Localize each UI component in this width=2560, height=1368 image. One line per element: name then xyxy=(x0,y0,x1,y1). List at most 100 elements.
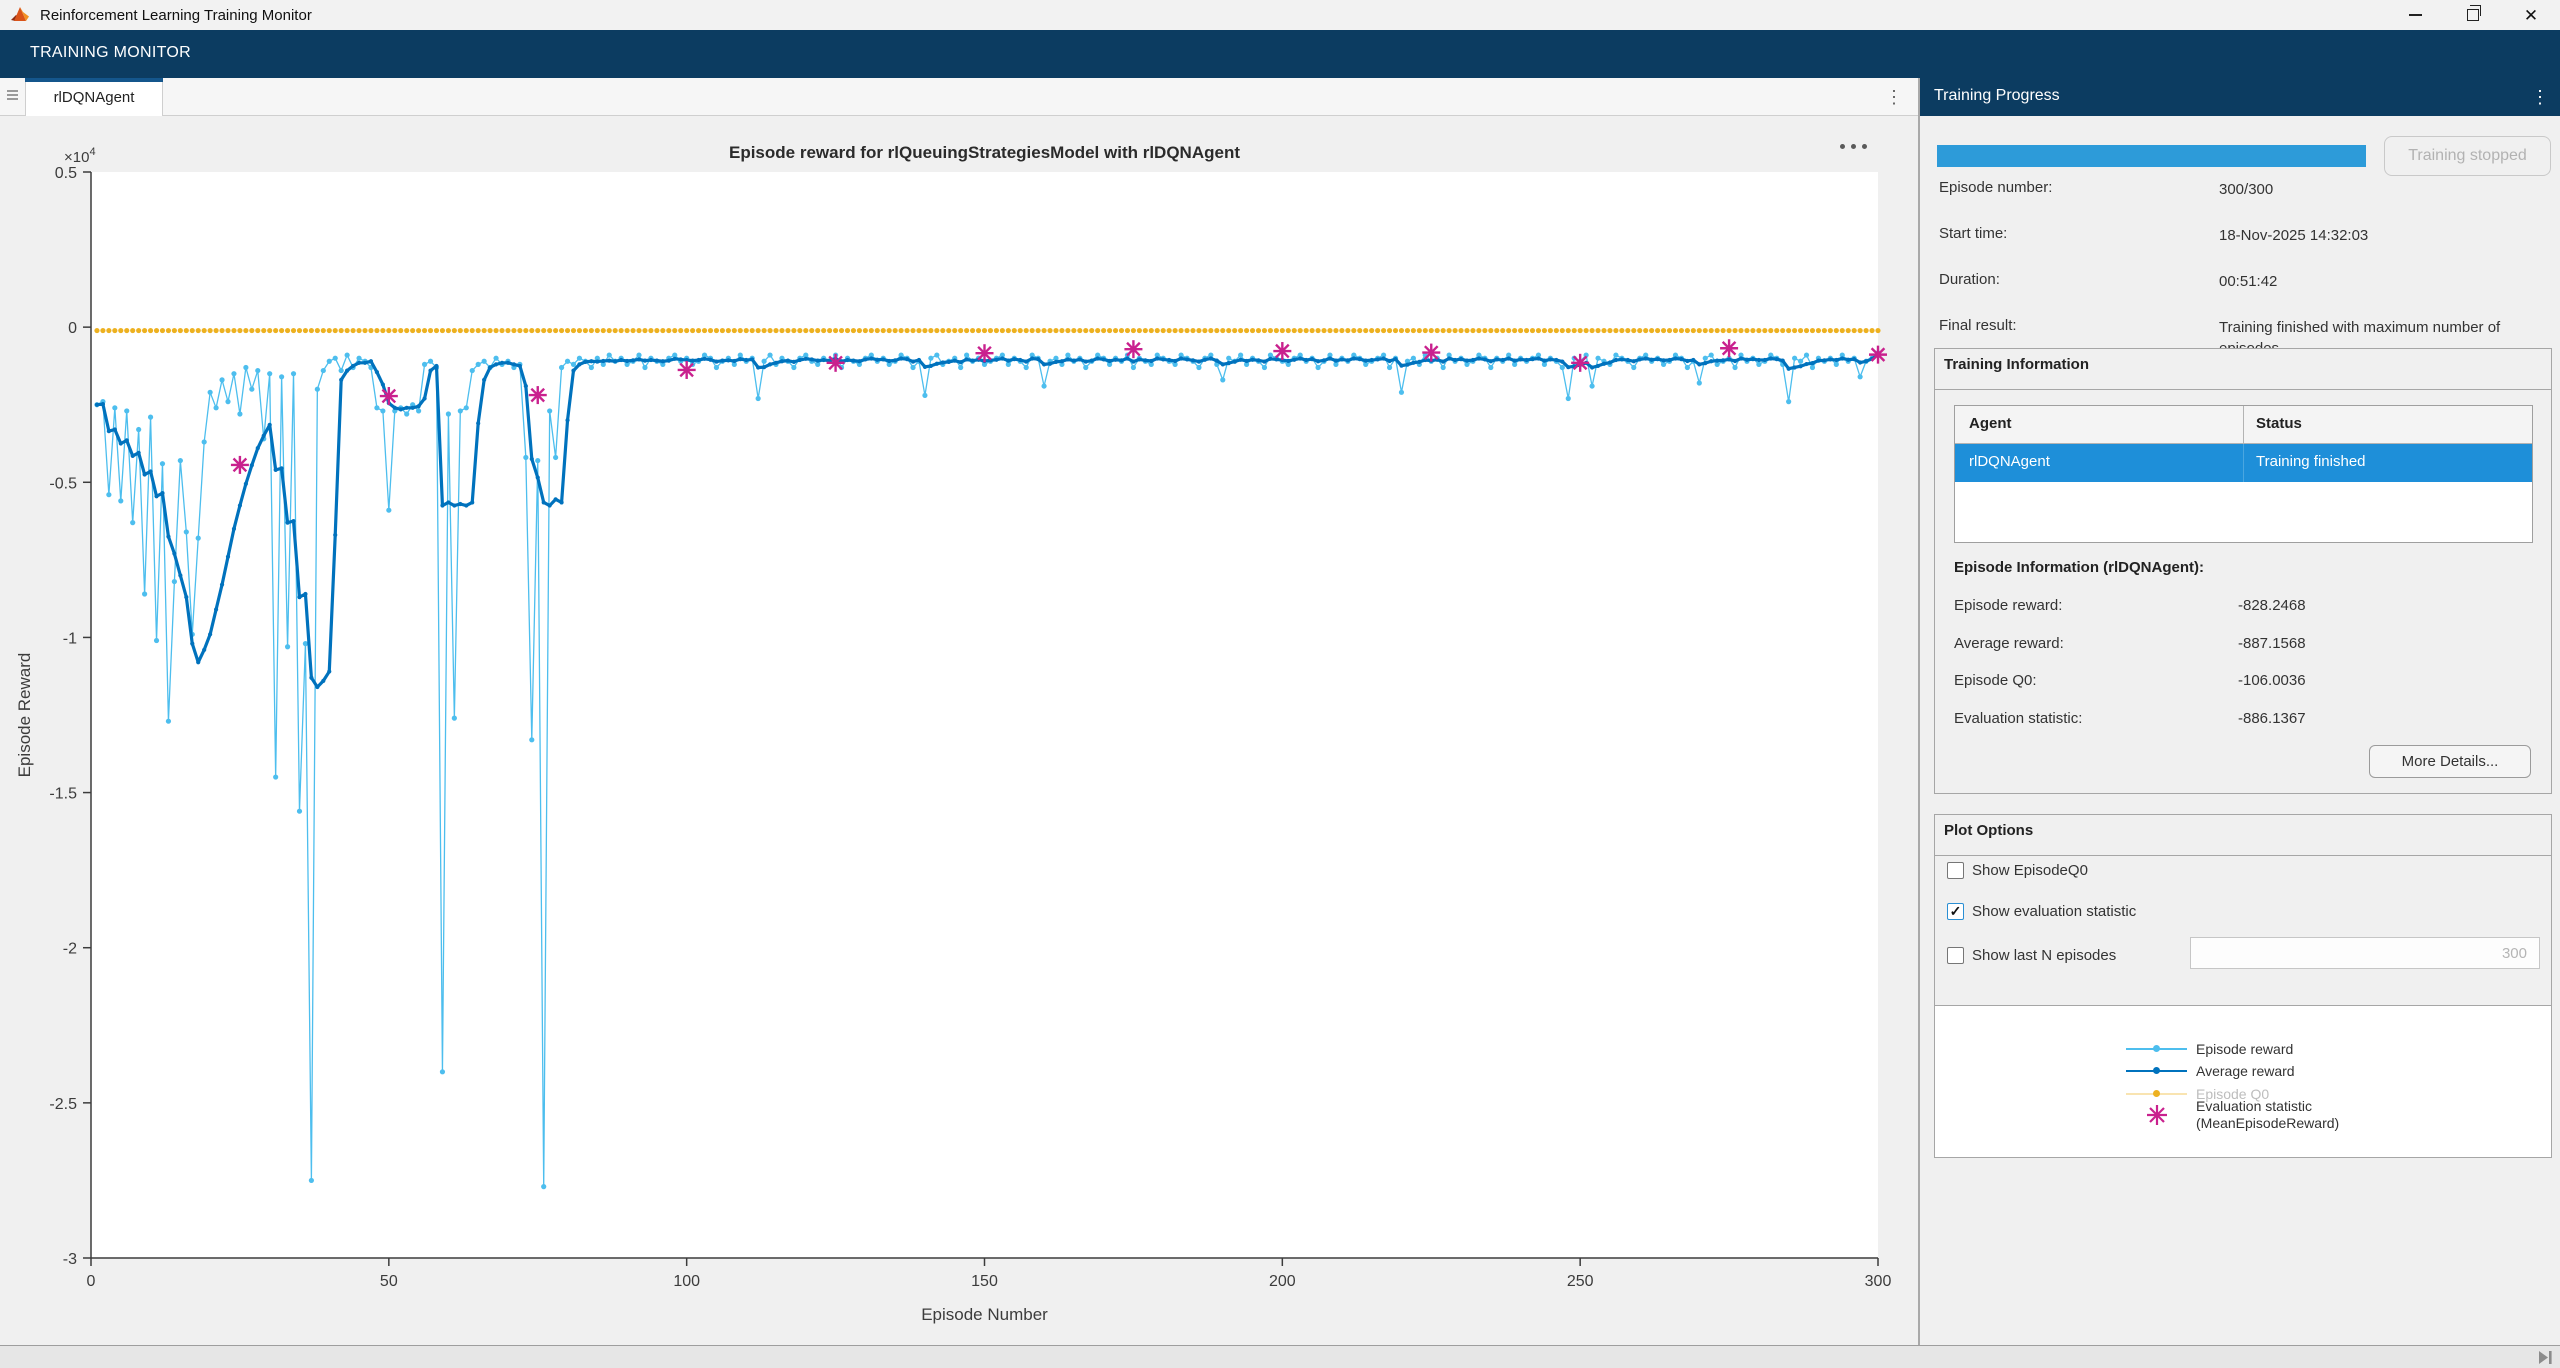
show-episodeq0-option: Show EpisodeQ0 xyxy=(1947,859,2088,881)
svg-text:-1: -1 xyxy=(63,630,77,647)
episode-information-title: Episode Information (rlDQNAgent): xyxy=(1954,559,2204,576)
status-bar xyxy=(0,1345,2560,1368)
start-time-value: 18-Nov-2025 14:32:03 xyxy=(2219,225,2553,246)
agent-table-header: Agent Status xyxy=(1955,406,2532,444)
show-evaluation-statistic-checkbox[interactable]: ✓ xyxy=(1947,903,1964,920)
chart-options-menu-icon[interactable] xyxy=(1836,140,1871,153)
show-episodeq0-label: Show EpisodeQ0 xyxy=(1972,862,2088,879)
tab-strip-kebab-menu-icon[interactable]: ⋮ xyxy=(1884,86,1904,108)
section-divider xyxy=(1935,855,2551,856)
average-reward-row: Average reward: -887.1568 xyxy=(1954,635,2534,652)
svg-text:-0.5: -0.5 xyxy=(49,475,77,492)
episode-number-row: Episode number: 300/300 xyxy=(1939,179,2539,196)
svg-text:300: 300 xyxy=(1865,1273,1892,1290)
agent-cell: rlDQNAgent xyxy=(1955,444,2244,482)
evaluation-statistic-value: -886.1367 xyxy=(2238,710,2306,727)
training-information-section: Training Information Agent Status rlDQNA… xyxy=(1934,348,2552,794)
svg-text:250: 250 xyxy=(1567,1273,1594,1290)
svg-text:100: 100 xyxy=(673,1273,700,1290)
tab-rldqnagent[interactable]: rlDQNAgent xyxy=(25,78,163,116)
svg-text:50: 50 xyxy=(380,1273,398,1290)
tab-label: rlDQNAgent xyxy=(54,89,135,106)
ribbon-tab-training-monitor[interactable]: TRAINING MONITOR xyxy=(30,44,191,62)
close-icon: ✕ xyxy=(2524,7,2538,24)
episode-reward-line-icon xyxy=(2126,1042,2187,1056)
document-tab-strip: rlDQNAgent ⋮ xyxy=(0,78,1918,116)
chart-legend: Episode reward Average reward Episode Q0… xyxy=(1934,1005,2552,1158)
panel-kebab-menu-icon[interactable]: ⋮ xyxy=(2530,86,2550,108)
svg-text:Episode Number: Episode Number xyxy=(921,1305,1048,1324)
legend-episode-reward: Episode reward xyxy=(2126,1040,2293,1058)
svg-text:-1.5: -1.5 xyxy=(49,786,77,803)
minimize-button[interactable] xyxy=(2386,0,2444,30)
episode-reward-row: Episode reward: -828.2468 xyxy=(1954,597,2534,614)
training-progress-header: Training Progress ⋮ xyxy=(1920,78,2560,116)
plot-options-title: Plot Options xyxy=(1935,815,2551,848)
svg-text:Episode reward for rlQueuingSt: Episode reward for rlQueuingStrategiesMo… xyxy=(729,143,1240,162)
restore-icon xyxy=(2467,9,2479,21)
average-reward-label: Average reward: xyxy=(1954,635,2064,652)
svg-text:200: 200 xyxy=(1269,1273,1296,1290)
window-title-bar: Reinforcement Learning Training Monitor … xyxy=(0,0,2560,30)
more-details-button[interactable]: More Details... xyxy=(2369,745,2531,778)
more-details-label: More Details... xyxy=(2402,753,2499,770)
final-result-row: Final result: Training finished with max… xyxy=(1939,317,2539,334)
duration-label: Duration: xyxy=(1939,271,2000,288)
average-reward-line-icon xyxy=(2126,1064,2187,1078)
close-button[interactable]: ✕ xyxy=(2502,0,2560,30)
start-time-row: Start time: 18-Nov-2025 14:32:03 xyxy=(1939,225,2539,242)
evaluation-statistic-label: Evaluation statistic: xyxy=(1954,710,2082,727)
svg-text:×104: ×104 xyxy=(64,146,96,166)
show-evaluation-statistic-option: ✓ Show evaluation statistic xyxy=(1947,900,2136,922)
duration-row: Duration: 00:51:42 xyxy=(1939,271,2539,288)
legend-evaluation-statistic: Evaluation statistic (MeanEpisodeReward) xyxy=(2126,1106,2339,1124)
episode-number-value: 300/300 xyxy=(2219,179,2553,200)
svg-text:0: 0 xyxy=(68,320,77,337)
training-progress-bar xyxy=(1937,145,2366,167)
training-stopped-label: Training stopped xyxy=(2408,147,2527,165)
last-n-episodes-input[interactable] xyxy=(2190,937,2540,969)
svg-text:-2: -2 xyxy=(63,941,77,958)
svg-text:0.5: 0.5 xyxy=(55,165,77,182)
start-time-label: Start time: xyxy=(1939,225,2007,242)
evaluation-statistic-asterisk-icon xyxy=(2126,1098,2187,1132)
svg-text:-2.5: -2.5 xyxy=(49,1096,77,1113)
restore-button[interactable] xyxy=(2444,0,2502,30)
skip-to-end-icon[interactable] xyxy=(2537,1350,2553,1365)
show-episodeq0-checkbox[interactable] xyxy=(1947,862,1964,879)
episode-reward-label: Episode reward: xyxy=(1954,597,2062,614)
agent-status-table: Agent Status rlDQNAgent Training finishe… xyxy=(1954,405,2533,543)
episode-q0-label: Episode Q0: xyxy=(1954,672,2037,689)
status-column-header: Status xyxy=(2244,406,2532,443)
show-evaluation-statistic-label: Show evaluation statistic xyxy=(1972,903,2136,920)
episode-q0-value: -106.0036 xyxy=(2238,672,2306,689)
training-stopped-button[interactable]: Training stopped xyxy=(2384,136,2551,176)
training-progress-title: Training Progress xyxy=(1934,87,2060,105)
chart-panel: 0 50 100 150 200 250 300 0.5 0 -0.5 -1 -1.5 -2 -2.5 -3… xyxy=(0,116,1918,1345)
svg-text:-3: -3 xyxy=(63,1251,77,1268)
ribbon: TRAINING MONITOR xyxy=(0,30,2560,78)
plot-options-section: Plot Options Show EpisodeQ0 ✓ Show evalu… xyxy=(1934,814,2552,1010)
average-reward-value: -887.1568 xyxy=(2238,635,2306,652)
svg-text:0: 0 xyxy=(87,1273,96,1290)
evaluation-statistic-legend-label: Evaluation statistic (MeanEpisodeReward) xyxy=(2196,1098,2339,1132)
table-row-rldqnagent[interactable]: rlDQNAgent Training finished xyxy=(1955,444,2532,482)
show-last-n-episodes-label: Show last N episodes xyxy=(1972,947,2116,964)
section-divider xyxy=(1935,389,2551,390)
document-stack-icon[interactable] xyxy=(7,90,18,102)
training-information-title: Training Information xyxy=(1935,349,2551,382)
minimize-icon xyxy=(2409,14,2422,16)
episode-reward-chart: 0 50 100 150 200 250 300 0.5 0 -0.5 -1 -1.5 -2 -2.5 -3… xyxy=(0,116,1918,1345)
final-result-label: Final result: xyxy=(1939,317,2017,334)
show-last-n-episodes-checkbox[interactable] xyxy=(1947,947,1964,964)
window-title: Reinforcement Learning Training Monitor xyxy=(40,7,312,24)
svg-text:150: 150 xyxy=(971,1273,998,1290)
evaluation-statistic-row: Evaluation statistic: -886.1367 xyxy=(1954,710,2534,727)
episode-reward-value: -828.2468 xyxy=(2238,597,2306,614)
svg-text:Episode Reward: Episode Reward xyxy=(15,653,34,778)
episode-q0-row: Episode Q0: -106.0036 xyxy=(1954,672,2534,689)
show-last-n-episodes-option: Show last N episodes xyxy=(1947,944,2116,966)
episode-number-label: Episode number: xyxy=(1939,179,2052,196)
matlab-logo-icon xyxy=(10,5,30,25)
agent-column-header: Agent xyxy=(1955,406,2244,443)
